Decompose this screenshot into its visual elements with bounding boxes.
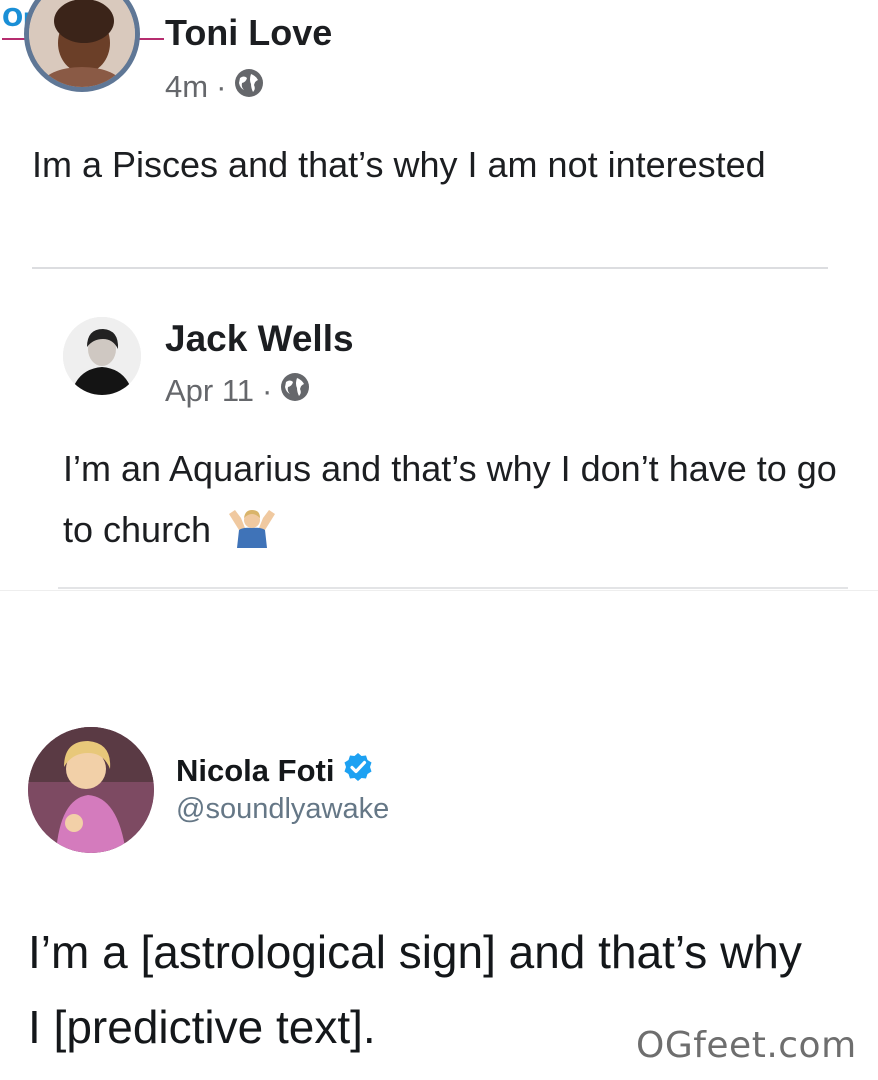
- post2-body: I’m an Aquarius and that’s why I don’t h…: [63, 438, 843, 566]
- post2-author-name[interactable]: Jack Wells: [165, 318, 354, 360]
- post1-author-name[interactable]: Toni Love: [165, 12, 332, 54]
- tweet-author: Nicola Foti: [176, 752, 373, 790]
- post-divider: [32, 267, 828, 269]
- post2-meta: Apr 11 ·: [165, 372, 310, 410]
- post1-separator: ·: [216, 69, 227, 104]
- globe-icon: [280, 372, 310, 410]
- globe-icon: [234, 68, 264, 106]
- tweet-body-line1: I’m a [astrological sign] and that’s why: [28, 926, 802, 978]
- post1-body-text: Im a Pisces and that’s why I am not inte…: [32, 144, 766, 185]
- post-divider: [58, 587, 848, 589]
- post1-avatar-image: [29, 0, 135, 87]
- person-shrugging-icon: [227, 505, 277, 566]
- post2-timestamp[interactable]: Apr 11: [165, 373, 254, 409]
- tweet-handle[interactable]: @soundlyawake: [176, 793, 389, 826]
- verified-badge-icon: [343, 752, 373, 790]
- post2-avatar[interactable]: [63, 317, 141, 395]
- section-separator: [0, 590, 878, 591]
- post2-body-text: I’m an Aquarius and that’s why I don’t h…: [63, 448, 837, 550]
- tweet-author-name[interactable]: Nicola Foti: [176, 753, 334, 789]
- post1-meta: 4m ·: [165, 68, 264, 106]
- tweet-avatar[interactable]: [28, 727, 154, 853]
- post2-avatar-image: [63, 317, 141, 395]
- post1-avatar[interactable]: [24, 0, 140, 92]
- watermark-bottom: OGfeet.com: [636, 1025, 857, 1066]
- post2-separator: ·: [262, 373, 273, 408]
- tweet-avatar-image: [28, 727, 154, 853]
- post1-timestamp[interactable]: 4m: [165, 69, 208, 105]
